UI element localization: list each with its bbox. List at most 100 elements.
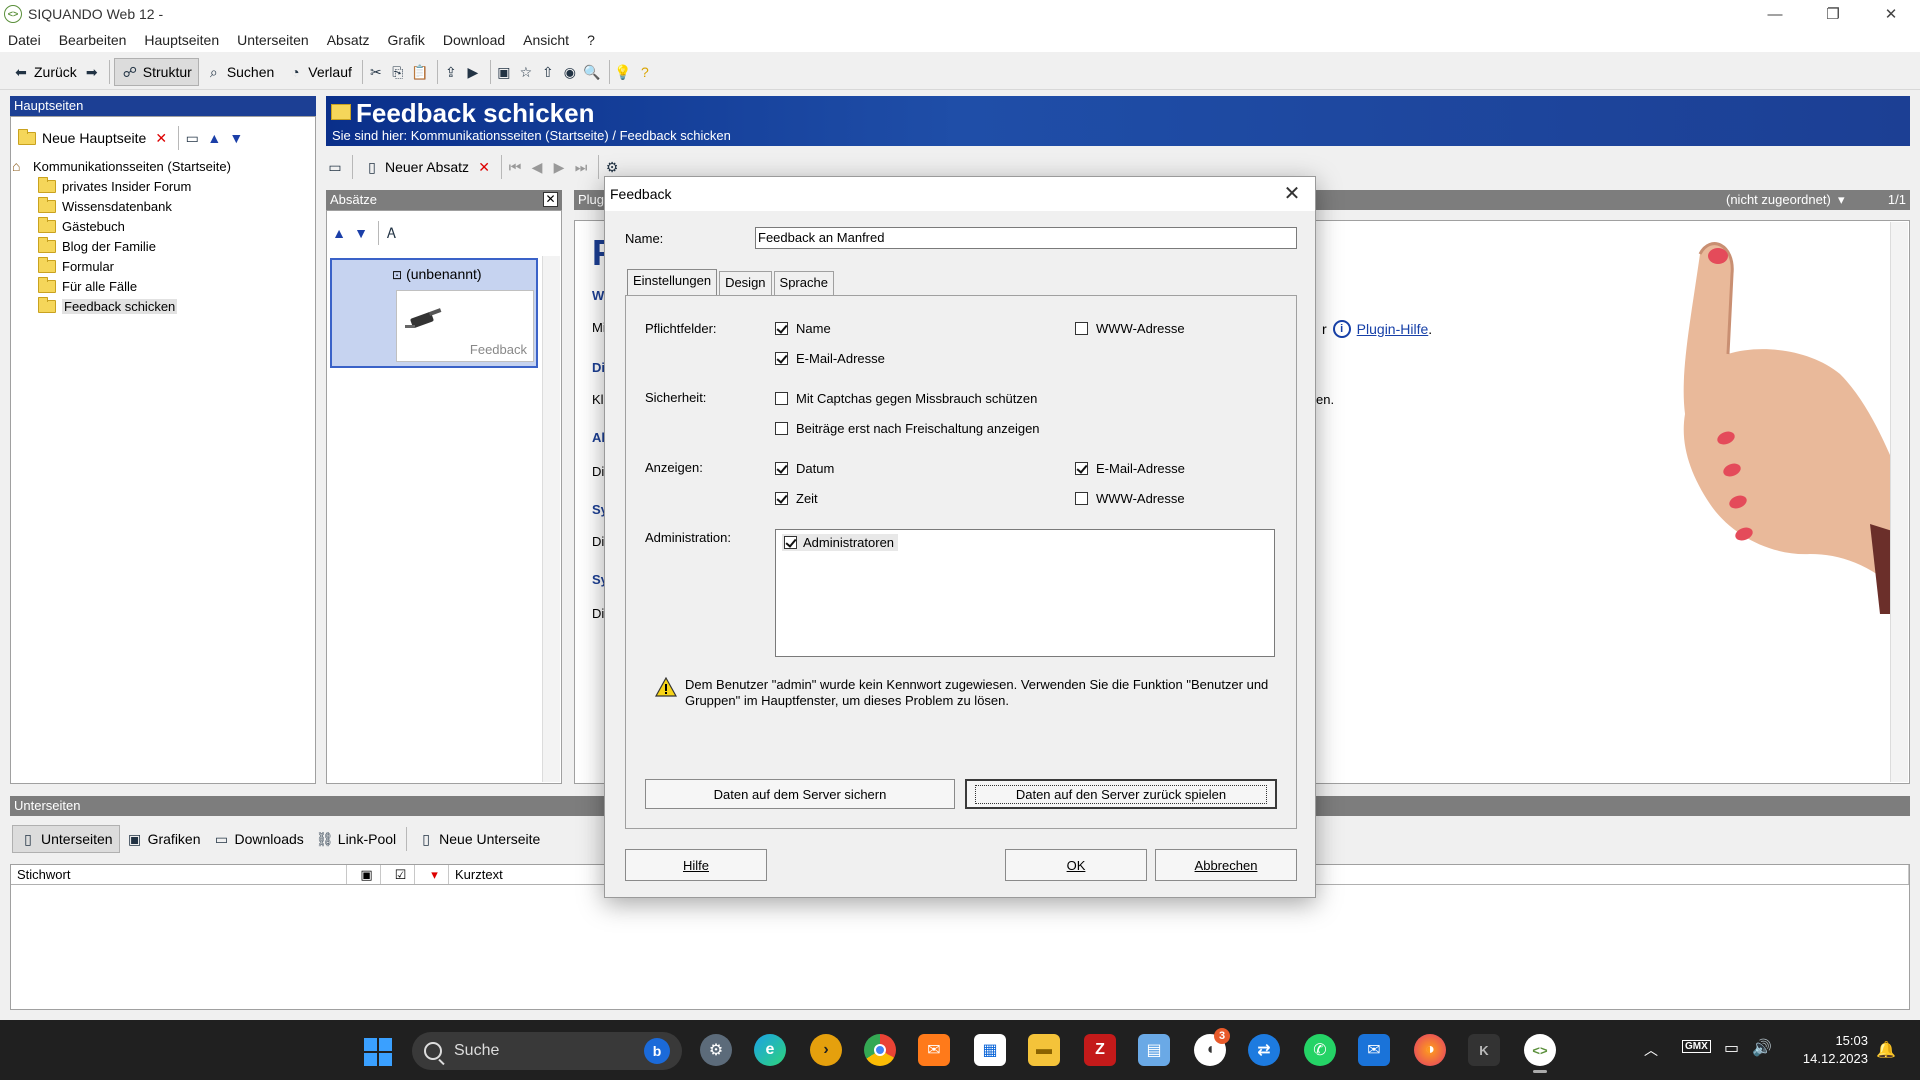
assign-dropdown[interactable]: (nicht zugeordnet) ▾ xyxy=(1726,190,1845,210)
tree-item[interactable]: Wissensdatenbank xyxy=(12,196,312,216)
tab-einstellungen[interactable]: Einstellungen xyxy=(627,269,718,295)
cancel-button[interactable]: Abbrechen xyxy=(1155,849,1297,881)
move-down-icon[interactable]: ▼ xyxy=(227,129,245,147)
file-explorer-icon[interactable]: ▬ xyxy=(1028,1034,1060,1066)
arrow-right-icon[interactable]: ➡ xyxy=(83,63,101,81)
next-icon[interactable]: ▶ xyxy=(550,158,568,176)
help-icon[interactable]: ? xyxy=(636,63,654,81)
ok-button[interactable]: OK xyxy=(1005,849,1147,881)
new-main-page-button[interactable]: Neue Hauptseite xyxy=(12,124,152,152)
store-icon[interactable]: ▦ xyxy=(974,1034,1006,1066)
globe-icon[interactable]: ◉ xyxy=(561,63,579,81)
chat-app-icon[interactable]: ◖ 3 xyxy=(1194,1028,1230,1066)
plex-icon[interactable]: › xyxy=(810,1034,842,1066)
req-email-checkbox[interactable]: E-Mail-Adresse xyxy=(775,351,885,366)
filezilla-icon[interactable]: Z xyxy=(1084,1034,1116,1066)
help-button[interactable]: Hilfe xyxy=(625,849,767,881)
req-www-checkbox[interactable]: WWW-Adresse xyxy=(1075,321,1185,336)
menu-grafik[interactable]: Grafik xyxy=(388,32,425,48)
prev-icon[interactable]: ◀ xyxy=(528,158,546,176)
bing-icon[interactable]: b xyxy=(644,1038,670,1064)
tree-item[interactable]: Formular xyxy=(12,256,312,276)
chrome-icon[interactable] xyxy=(864,1034,896,1066)
paste-icon[interactable]: 📋 xyxy=(411,63,429,81)
inspect-icon[interactable]: 🔍 xyxy=(583,63,601,81)
mail-app-icon[interactable]: ✉ xyxy=(918,1034,950,1066)
menu-help[interactable]: ? xyxy=(587,32,595,48)
photos-app-icon[interactable]: ▤ xyxy=(1138,1034,1170,1066)
paragraph-card[interactable]: ⊡ (unbenannt) Feedback xyxy=(330,258,538,368)
close-icon[interactable]: ✕ xyxy=(1279,181,1305,207)
text-format-icon[interactable]: Ꭺ xyxy=(383,224,401,242)
edge-icon[interactable]: e xyxy=(754,1034,786,1066)
tree-item[interactable]: Für alle Fälle xyxy=(12,276,312,296)
menu-hauptseiten[interactable]: Hauptseiten xyxy=(144,32,219,48)
menu-bearbeiten[interactable]: Bearbeiten xyxy=(59,32,127,48)
menu-ansicht[interactable]: Ansicht xyxy=(523,32,569,48)
network-icon[interactable]: ▭ xyxy=(1724,1038,1739,1058)
tab-graphics[interactable]: ▣ Grafiken xyxy=(120,825,207,853)
close-window-button[interactable]: ✕ xyxy=(1862,0,1920,28)
plugin-help-link[interactable]: r i Plugin-Hilfe. xyxy=(1322,320,1432,338)
minimize-button[interactable]: — xyxy=(1746,0,1804,28)
disp-email-checkbox[interactable]: E-Mail-Adresse xyxy=(1075,461,1185,476)
column-image-icon[interactable]: ▣ xyxy=(347,865,381,884)
upload-icon[interactable]: ⇧ xyxy=(539,63,557,81)
move-up-icon[interactable]: ▲ xyxy=(205,129,223,147)
plugin-icon[interactable]: ⚙ xyxy=(603,158,621,176)
star-icon[interactable]: ☆ xyxy=(517,63,535,81)
tab-downloads[interactable]: ▭ Downloads xyxy=(207,825,310,853)
column-check-icon[interactable]: ☑ xyxy=(381,865,415,884)
req-name-checkbox[interactable]: Name xyxy=(775,321,831,336)
delete-icon[interactable]: ✕ xyxy=(475,158,493,176)
search-button[interactable]: ⌕ Suchen xyxy=(199,58,280,86)
disp-date-checkbox[interactable]: Datum xyxy=(775,461,834,476)
disp-www-checkbox[interactable]: WWW-Adresse xyxy=(1075,491,1185,506)
tree-item[interactable]: Blog der Familie xyxy=(12,236,312,256)
captcha-checkbox[interactable]: Mit Captchas gegen Missbrauch schützen xyxy=(775,391,1037,406)
remote-desktop-icon[interactable]: ⇄ xyxy=(1248,1034,1280,1066)
first-icon[interactable]: ⏮ xyxy=(506,158,524,176)
whatsapp-icon[interactable]: ✆ xyxy=(1304,1034,1336,1066)
gmx-icon[interactable]: GMX xyxy=(1682,1040,1711,1053)
lightbulb-icon[interactable]: 💡 xyxy=(614,63,632,81)
backup-data-button[interactable]: Daten auf dem Server sichern xyxy=(645,779,955,809)
delete-icon[interactable]: ✕ xyxy=(152,129,170,147)
system-clock[interactable]: 15:03 14.12.2023 xyxy=(1803,1032,1868,1068)
firefox-icon[interactable]: ◑ xyxy=(1414,1034,1446,1066)
preview-scrollbar[interactable] xyxy=(1890,222,1908,782)
copy-icon[interactable]: ⎘ xyxy=(389,63,407,81)
restore-button[interactable]: ❐ xyxy=(1804,0,1862,28)
chevron-up-icon[interactable]: ︿ xyxy=(1644,1040,1658,1060)
name-field[interactable]: Feedback an Manfred xyxy=(755,227,1297,249)
settings-app-icon[interactable]: ⚙ xyxy=(700,1034,732,1066)
notification-icon[interactable]: 🔔 xyxy=(1876,1040,1896,1060)
menu-download[interactable]: Download xyxy=(443,32,505,48)
volume-icon[interactable]: 🔊 xyxy=(1752,1038,1772,1058)
close-panel-icon[interactable]: ✕ xyxy=(543,192,558,207)
disp-time-checkbox[interactable]: Zeit xyxy=(775,491,818,506)
tree-item-selected[interactable]: Feedback schicken xyxy=(12,296,312,316)
siquando-taskbar-icon[interactable]: <> xyxy=(1524,1034,1556,1066)
k-app-icon[interactable]: K xyxy=(1468,1034,1500,1066)
menu-datei[interactable]: Datei xyxy=(8,32,41,48)
tree-root[interactable]: ⌂ Kommunikationsseiten (Startseite) xyxy=(12,156,312,176)
export-icon[interactable]: ⇪ xyxy=(442,63,460,81)
back-button[interactable]: ⬅ Zurück xyxy=(6,58,83,86)
new-subpage-button[interactable]: ▯ Neue Unterseite xyxy=(411,825,546,853)
tab-design[interactable]: Design xyxy=(719,271,772,295)
tab-subpages[interactable]: ▯ Unterseiten xyxy=(12,825,120,853)
structure-button[interactable]: ☍ Struktur xyxy=(113,57,199,86)
restore-data-button[interactable]: Daten auf den Server zurück spielen xyxy=(965,779,1277,809)
paragraphs-scrollbar[interactable] xyxy=(542,256,560,782)
preview-icon[interactable]: ▶ xyxy=(464,63,482,81)
tree-item[interactable]: privates Insider Forum xyxy=(12,176,312,196)
menu-absatz[interactable]: Absatz xyxy=(327,32,370,48)
column-keyword[interactable]: Stichwort xyxy=(11,865,347,884)
image-icon[interactable]: ▣ xyxy=(495,63,513,81)
start-button[interactable] xyxy=(364,1038,392,1066)
column-flag-icon[interactable]: ▾ xyxy=(415,865,449,884)
new-paragraph-button[interactable]: ▯ Neuer Absatz xyxy=(357,153,475,181)
mail-icon[interactable]: ✉ xyxy=(1358,1034,1390,1066)
admin-group-item[interactable]: Administratoren xyxy=(782,534,899,551)
